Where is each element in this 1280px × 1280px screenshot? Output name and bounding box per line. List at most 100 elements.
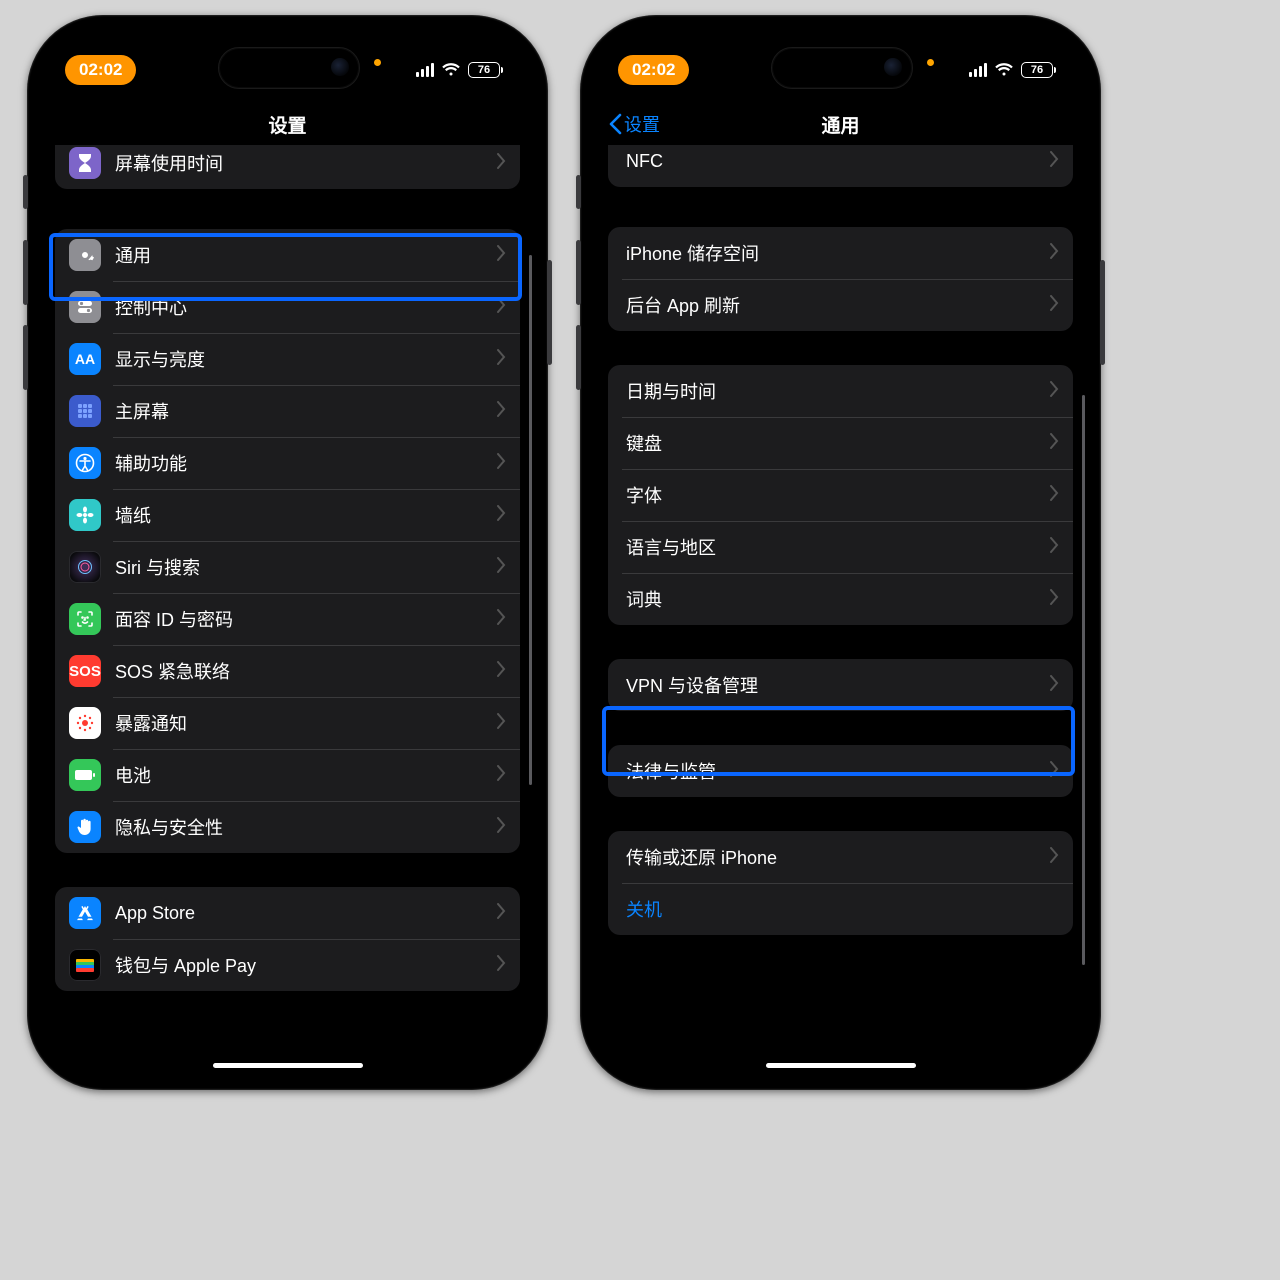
navbar: 设置 通用 — [592, 99, 1089, 149]
scrollbar[interactable] — [1082, 395, 1085, 965]
chevron-right-icon — [1049, 485, 1059, 506]
chevron-right-icon — [1049, 295, 1059, 316]
chevron-right-icon — [496, 713, 506, 734]
settings-row-background-refresh[interactable]: 后台 App 刷新 — [608, 279, 1073, 331]
status-bar: 02:02 76 — [65, 52, 510, 88]
chevron-right-icon — [496, 349, 506, 370]
chevron-right-icon — [1049, 589, 1059, 610]
row-label: SOS 紧急联络 — [115, 658, 230, 684]
back-button[interactable]: 设置 — [608, 111, 660, 137]
settings-row-vpn[interactable]: VPN 与设备管理 — [608, 659, 1073, 711]
settings-row-language[interactable]: 语言与地区 — [608, 521, 1073, 573]
appstore-icon — [69, 897, 101, 929]
back-label: 设置 — [624, 111, 660, 137]
text-size-icon: AA — [69, 343, 101, 375]
time-pill[interactable]: 02:02 — [65, 55, 136, 85]
screen: 02:02 76 设置 通用 — [592, 27, 1089, 1078]
home-indicator[interactable] — [766, 1063, 916, 1068]
hand-icon — [69, 811, 101, 843]
settings-row-screentime[interactable]: 屏幕使用时间 — [55, 145, 520, 189]
settings-row-transfer-reset[interactable]: 传输或还原 iPhone — [608, 831, 1073, 883]
power-button[interactable] — [1100, 260, 1105, 365]
settings-row-home-screen[interactable]: 主屏幕 — [55, 385, 520, 437]
chevron-right-icon — [496, 765, 506, 786]
flower-icon — [69, 499, 101, 531]
chevron-right-icon — [496, 557, 506, 578]
settings-row-siri[interactable]: Siri 与搜索 — [55, 541, 520, 593]
settings-group: 日期与时间 键盘 字体 语言与地区 词典 — [608, 365, 1073, 625]
row-label: 法律与监管 — [626, 758, 716, 784]
row-label: 日期与时间 — [626, 378, 716, 404]
row-label: 主屏幕 — [115, 398, 169, 424]
power-button[interactable] — [547, 260, 552, 365]
chevron-right-icon — [496, 609, 506, 630]
battery-icon — [69, 759, 101, 791]
chevron-right-icon — [496, 661, 506, 682]
row-label: 屏幕使用时间 — [115, 150, 223, 176]
row-label: 语言与地区 — [626, 534, 716, 560]
wifi-icon — [442, 63, 460, 77]
chevron-right-icon — [496, 245, 506, 266]
page-title: 设置 — [268, 111, 306, 138]
settings-row-accessibility[interactable]: 辅助功能 — [55, 437, 520, 489]
accessibility-icon — [69, 447, 101, 479]
chevron-right-icon — [1049, 381, 1059, 402]
row-label: 显示与亮度 — [115, 346, 205, 372]
volume-up-button[interactable] — [23, 240, 28, 305]
time-pill[interactable]: 02:02 — [618, 55, 689, 85]
settings-row-exposure[interactable]: 暴露通知 — [55, 697, 520, 749]
settings-row-dictionary[interactable]: 词典 — [608, 573, 1073, 625]
row-label: 字体 — [626, 482, 662, 508]
chevron-right-icon — [496, 153, 506, 174]
cellular-signal-icon — [416, 63, 434, 77]
settings-row-wallet[interactable]: 钱包与 Apple Pay — [55, 939, 520, 991]
row-label: App Store — [115, 903, 195, 924]
settings-group: 传输或还原 iPhone 关机 — [608, 831, 1073, 935]
settings-row-display[interactable]: AA 显示与亮度 — [55, 333, 520, 385]
row-label: 词典 — [626, 586, 662, 612]
mute-switch[interactable] — [576, 175, 581, 209]
volume-down-button[interactable] — [23, 325, 28, 390]
settings-row-date-time[interactable]: 日期与时间 — [608, 365, 1073, 417]
settings-row-sos[interactable]: SOS SOS 紧急联络 — [55, 645, 520, 697]
settings-row-nfc[interactable]: NFC — [608, 145, 1073, 187]
volume-up-button[interactable] — [576, 240, 581, 305]
page-title: 通用 — [821, 111, 859, 138]
mute-switch[interactable] — [23, 175, 28, 209]
scrollbar[interactable] — [529, 255, 532, 785]
chevron-right-icon — [496, 453, 506, 474]
faceid-icon — [69, 603, 101, 635]
settings-row-privacy[interactable]: 隐私与安全性 — [55, 801, 520, 853]
screen: 02:02 76 设置 — [39, 27, 536, 1078]
settings-row-storage[interactable]: iPhone 储存空间 — [608, 227, 1073, 279]
home-grid-icon — [69, 395, 101, 427]
settings-group: VPN 与设备管理 — [608, 659, 1073, 711]
chevron-right-icon — [496, 505, 506, 526]
battery-indicator: 76 — [468, 62, 500, 78]
settings-row-keyboard[interactable]: 键盘 — [608, 417, 1073, 469]
settings-row-shutdown[interactable]: 关机 — [608, 883, 1073, 935]
row-label: 辅助功能 — [115, 450, 187, 476]
chevron-right-icon — [496, 903, 506, 924]
settings-row-wallpaper[interactable]: 墙纸 — [55, 489, 520, 541]
settings-row-control-center[interactable]: 控制中心 — [55, 281, 520, 333]
home-indicator[interactable] — [213, 1063, 363, 1068]
settings-row-legal[interactable]: 法律与监管 — [608, 745, 1073, 797]
toggles-icon — [69, 291, 101, 323]
settings-row-fonts[interactable]: 字体 — [608, 469, 1073, 521]
chevron-right-icon — [496, 955, 506, 976]
settings-row-appstore[interactable]: App Store — [55, 887, 520, 939]
settings-group: iPhone 储存空间 后台 App 刷新 — [608, 227, 1073, 331]
row-label: 暴露通知 — [115, 710, 187, 736]
volume-down-button[interactable] — [576, 325, 581, 390]
settings-row-general[interactable]: 通用 — [55, 229, 520, 281]
settings-group: App Store 钱包与 Apple Pay — [55, 887, 520, 991]
row-label: Siri 与搜索 — [115, 554, 200, 580]
row-label: 面容 ID 与密码 — [115, 606, 233, 632]
row-label: iPhone 储存空间 — [626, 240, 759, 266]
row-label: 墙纸 — [115, 502, 151, 528]
settings-group: 屏幕使用时间 — [55, 145, 520, 189]
settings-row-battery[interactable]: 电池 — [55, 749, 520, 801]
settings-row-faceid[interactable]: 面容 ID 与密码 — [55, 593, 520, 645]
settings-group: NFC — [608, 145, 1073, 187]
